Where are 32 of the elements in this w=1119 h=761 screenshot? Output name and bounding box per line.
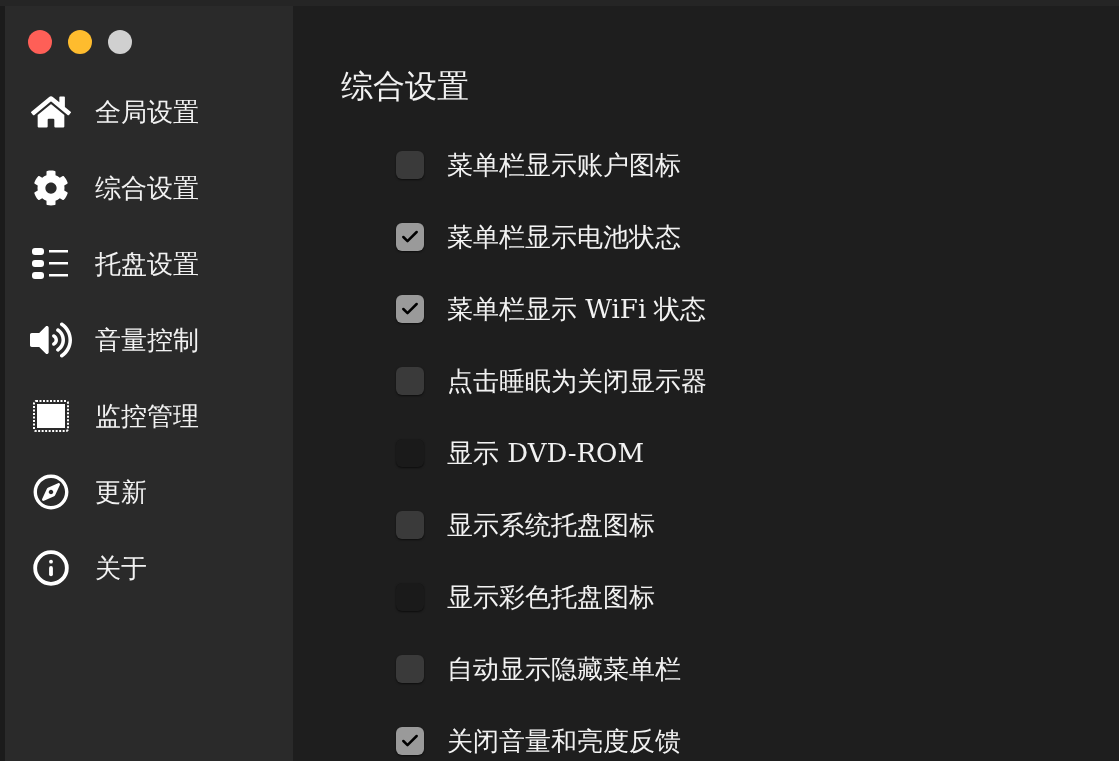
info-icon: [32, 549, 70, 587]
list-icon: [32, 247, 70, 281]
option-label: 显示 DVD-ROM: [447, 436, 645, 470]
sidebar-item[interactable]: 关于: [95, 548, 147, 588]
option-label: 显示彩色托盘图标: [447, 580, 655, 614]
option-label: 菜单栏显示账户图标: [447, 148, 681, 182]
close-button[interactable]: [28, 30, 52, 54]
option-label: 自动显示隐藏菜单栏: [447, 652, 681, 686]
option-label: 点击睡眠为关闭显示器: [447, 364, 707, 398]
checkbox[interactable]: [396, 151, 424, 179]
compass-icon: [33, 474, 69, 510]
sidebar-item[interactable]: 综合设置: [95, 168, 199, 208]
option-label: 菜单栏显示 WiFi 状态: [447, 292, 707, 326]
zoom-button[interactable]: [108, 30, 132, 54]
checkbox[interactable]: [396, 655, 424, 683]
checkbox[interactable]: [396, 727, 424, 755]
sidebar-item[interactable]: 全局设置: [95, 92, 199, 132]
minimize-button[interactable]: [68, 30, 92, 54]
checkbox[interactable]: [396, 223, 424, 251]
checkbox[interactable]: [396, 295, 424, 323]
gear-icon: [33, 170, 69, 206]
monitor-icon: [32, 400, 70, 432]
sidebar-item[interactable]: 音量控制: [95, 320, 199, 360]
option-label: 显示系统托盘图标: [447, 508, 655, 542]
option-label: 关闭音量和亮度反馈: [447, 724, 681, 758]
checkbox[interactable]: [396, 511, 424, 539]
sidebar-item[interactable]: 托盘设置: [95, 244, 199, 284]
checkbox[interactable]: [396, 367, 424, 395]
sidebar-item[interactable]: 监控管理: [95, 396, 199, 436]
page-title: 综合设置: [341, 66, 470, 107]
sidebar-item[interactable]: 更新: [95, 472, 147, 512]
option-label: 菜单栏显示电池状态: [447, 220, 681, 254]
